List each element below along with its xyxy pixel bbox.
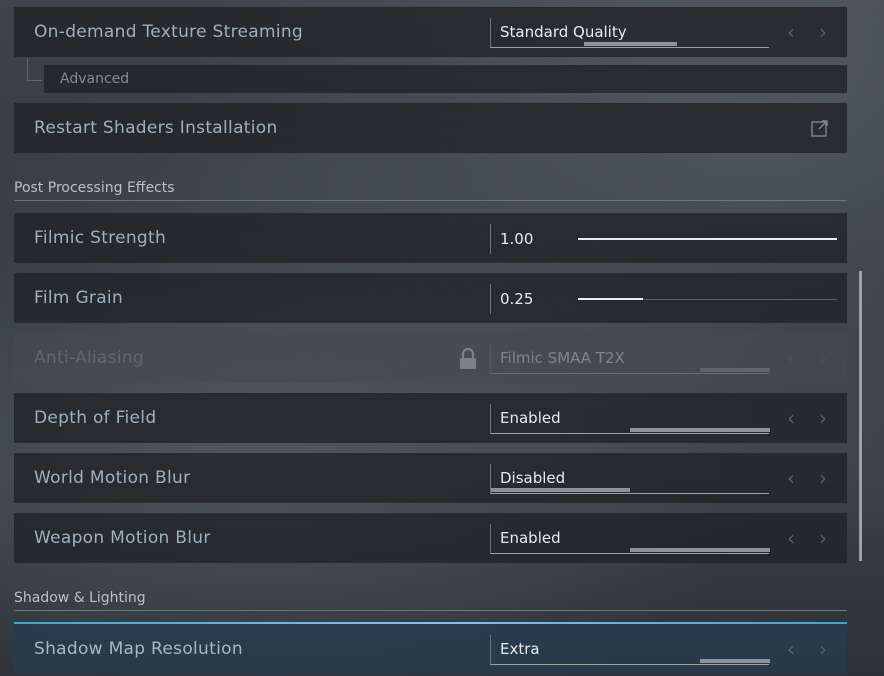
setting-world-motion-blur[interactable]: World Motion Blur Disabled ‹ › [14,453,847,503]
setting-weapon-motion-blur[interactable]: Weapon Motion Blur Enabled ‹ › [14,513,847,563]
setting-value: Enabled [500,409,561,427]
value-selector[interactable]: Enabled [490,404,770,434]
slider-track[interactable] [578,298,837,300]
slider-value: 1.00 [500,230,534,248]
next-option-button[interactable]: › [813,7,833,57]
slider-track[interactable] [578,238,837,240]
option-indicator [630,548,770,552]
previous-option-button: ‹ [787,346,795,370]
previous-option-button[interactable]: ‹ [781,393,801,443]
setting-label: Weapon Motion Blur [34,528,211,548]
next-option-button[interactable]: › [813,513,833,563]
advanced-label: Advanced [60,71,130,87]
section-header-shadow-lighting: Shadow & Lighting [14,588,847,611]
slider-fill [578,298,643,300]
value-selector[interactable]: Enabled [490,524,770,554]
next-option-button[interactable]: › [813,393,833,443]
setting-value: Filmic SMAA T2X [500,349,625,367]
lock-icon [460,348,476,369]
setting-texture-streaming[interactable]: On-demand Texture Streaming Standard Qua… [14,7,847,57]
setting-label: World Motion Blur [34,468,191,488]
setting-label: Film Grain [34,288,124,308]
tree-connector [27,58,42,81]
option-indicator [630,428,770,432]
slider-value-box: 0.25 [490,284,570,314]
advanced-item[interactable]: Advanced [44,65,847,93]
option-indicator [700,368,770,372]
setting-film-grain[interactable]: Film Grain 0.25 [14,273,847,323]
setting-label: Anti-Aliasing [34,348,145,368]
option-indicator [584,42,677,46]
value-selector[interactable]: Extra [490,635,770,665]
option-indicator [491,488,630,492]
value-selector[interactable]: Standard Quality [490,18,769,48]
setting-shadow-map-resolution[interactable]: Shadow Map Resolution Extra ‹ › [14,624,847,674]
setting-label: Depth of Field [34,408,157,428]
previous-option-button[interactable]: ‹ [781,513,801,563]
external-link-icon [811,120,828,137]
slider-fill [578,238,837,240]
setting-depth-of-field[interactable]: Depth of Field Enabled ‹ › [14,393,847,443]
scrollbar[interactable] [859,271,862,561]
setting-label: On-demand Texture Streaming [34,22,304,42]
next-option-button[interactable]: › [813,453,833,503]
restart-shaders-button[interactable]: Restart Shaders Installation [14,103,847,153]
section-title: Post Processing Effects [14,180,175,196]
previous-option-button[interactable]: ‹ [781,453,801,503]
slider-value: 0.25 [500,290,534,308]
option-indicator [700,659,770,663]
next-option-button[interactable]: › [813,624,833,674]
setting-label: Filmic Strength [34,228,167,248]
value-selector: Filmic SMAA T2X [490,344,770,374]
next-option-button: › [819,346,827,370]
slider-value-box: 1.00 [490,224,570,254]
value-selector[interactable]: Disabled [490,464,769,494]
setting-label: Shadow Map Resolution [34,639,243,659]
setting-filmic-strength[interactable]: Filmic Strength 1.00 [14,213,847,263]
section-header-post-processing: Post Processing Effects [14,178,847,201]
previous-option-button[interactable]: ‹ [781,7,801,57]
setting-value: Enabled [500,529,561,547]
setting-value: Extra [500,640,540,658]
setting-label: Restart Shaders Installation [34,118,278,138]
previous-option-button[interactable]: ‹ [781,624,801,674]
section-title: Shadow & Lighting [14,590,146,606]
setting-anti-aliasing: Anti-Aliasing Filmic SMAA T2X ‹ › [14,333,847,383]
